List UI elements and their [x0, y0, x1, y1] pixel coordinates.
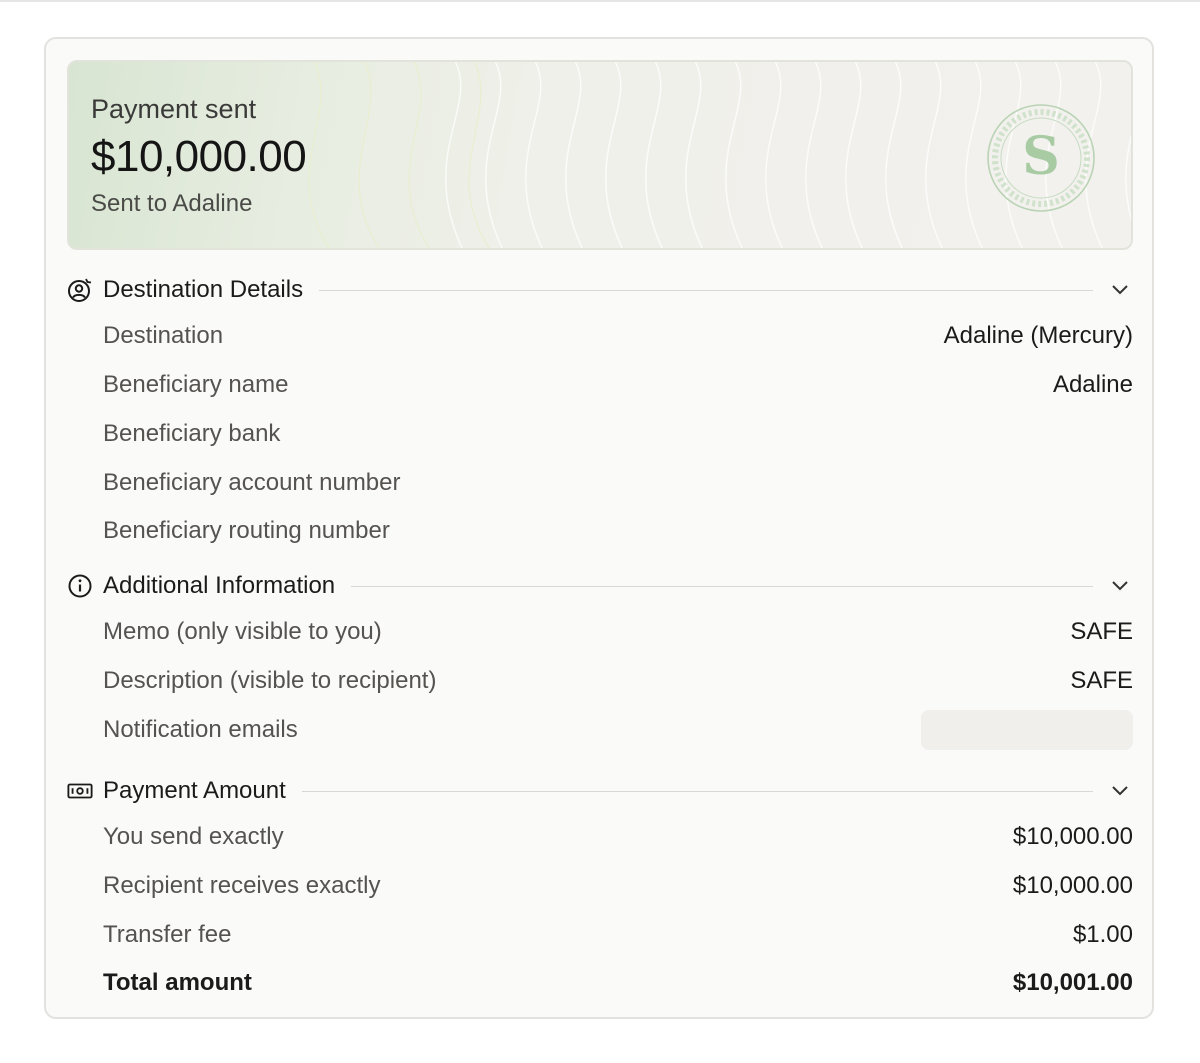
row-label: Notification emails: [103, 716, 298, 743]
additional-information-header[interactable]: Additional Information: [67, 569, 1133, 603]
row-beneficiary-bank: Beneficiary bank: [103, 414, 1133, 454]
section-title: Additional Information: [103, 572, 336, 599]
banner-amount: $10,000.00: [91, 132, 307, 181]
section-divider: [301, 790, 1093, 792]
section-divider: [351, 585, 1093, 587]
info-circle-icon: [67, 573, 93, 599]
approved-seal-icon: S: [987, 104, 1095, 212]
row-label: Beneficiary bank: [103, 420, 281, 447]
row-recipient-receives: Recipient receives exactly $10,000.00: [103, 866, 1133, 906]
payment-amount-header[interactable]: Payment Amount: [67, 774, 1133, 808]
svg-text:S: S: [1022, 126, 1060, 187]
row-you-send: You send exactly $10,000.00: [103, 817, 1133, 857]
row-beneficiary-routing-number: Beneficiary routing number: [103, 511, 1133, 551]
row-label: Beneficiary name: [103, 371, 289, 398]
chevron-down-icon[interactable]: [1109, 279, 1131, 301]
row-value: Adaline: [1052, 371, 1133, 398]
row-label: Transfer fee: [103, 921, 232, 948]
chevron-down-icon[interactable]: [1109, 575, 1131, 597]
chevron-down-icon[interactable]: [1109, 780, 1131, 802]
row-destination: Destination Adaline (Mercury): [103, 316, 1133, 356]
payment-sent-banner: Payment sent $10,000.00 Sent to Adaline …: [67, 60, 1133, 250]
row-notification-emails: Notification emails: [103, 710, 1133, 750]
payment-details-card: Payment sent $10,000.00 Sent to Adaline …: [44, 37, 1154, 1019]
row-label: Destination: [103, 322, 224, 349]
row-value: $10,000.00: [1012, 872, 1133, 899]
user-circle-icon: [67, 277, 93, 303]
banknote-icon: [67, 778, 93, 804]
row-beneficiary-name: Beneficiary name Adaline: [103, 365, 1133, 405]
row-label: Recipient receives exactly: [103, 872, 381, 899]
row-description: Description (visible to recipient) SAFE: [103, 661, 1133, 701]
row-label: You send exactly: [103, 823, 284, 850]
section-title: Destination Details: [103, 276, 304, 303]
row-value: $10,001.00: [1012, 969, 1133, 996]
row-transfer-fee: Transfer fee $1.00: [103, 915, 1133, 955]
row-value: Adaline (Mercury): [943, 322, 1133, 349]
row-label: Description (visible to recipient): [103, 667, 437, 694]
banner-label: Payment sent: [91, 94, 257, 124]
row-memo: Memo (only visible to you) SAFE: [103, 612, 1133, 652]
row-beneficiary-account-number: Beneficiary account number: [103, 463, 1133, 503]
section-divider: [319, 289, 1093, 291]
row-value: $1.00: [1072, 921, 1133, 948]
section-title: Payment Amount: [103, 777, 286, 804]
notification-emails-field[interactable]: [921, 710, 1133, 750]
row-label: Total amount: [103, 969, 252, 996]
banner-subtitle: Sent to Adaline: [91, 190, 253, 217]
row-value: SAFE: [1070, 667, 1133, 694]
row-label: Beneficiary routing number: [103, 517, 390, 544]
row-value: $10,000.00: [1012, 823, 1133, 850]
row-value: SAFE: [1070, 618, 1133, 645]
row-total-amount: Total amount $10,001.00: [103, 963, 1133, 1003]
row-label: Beneficiary account number: [103, 469, 401, 496]
row-label: Memo (only visible to you): [103, 618, 382, 645]
top-divider: [0, 0, 1200, 2]
destination-details-header[interactable]: Destination Details: [67, 273, 1133, 307]
